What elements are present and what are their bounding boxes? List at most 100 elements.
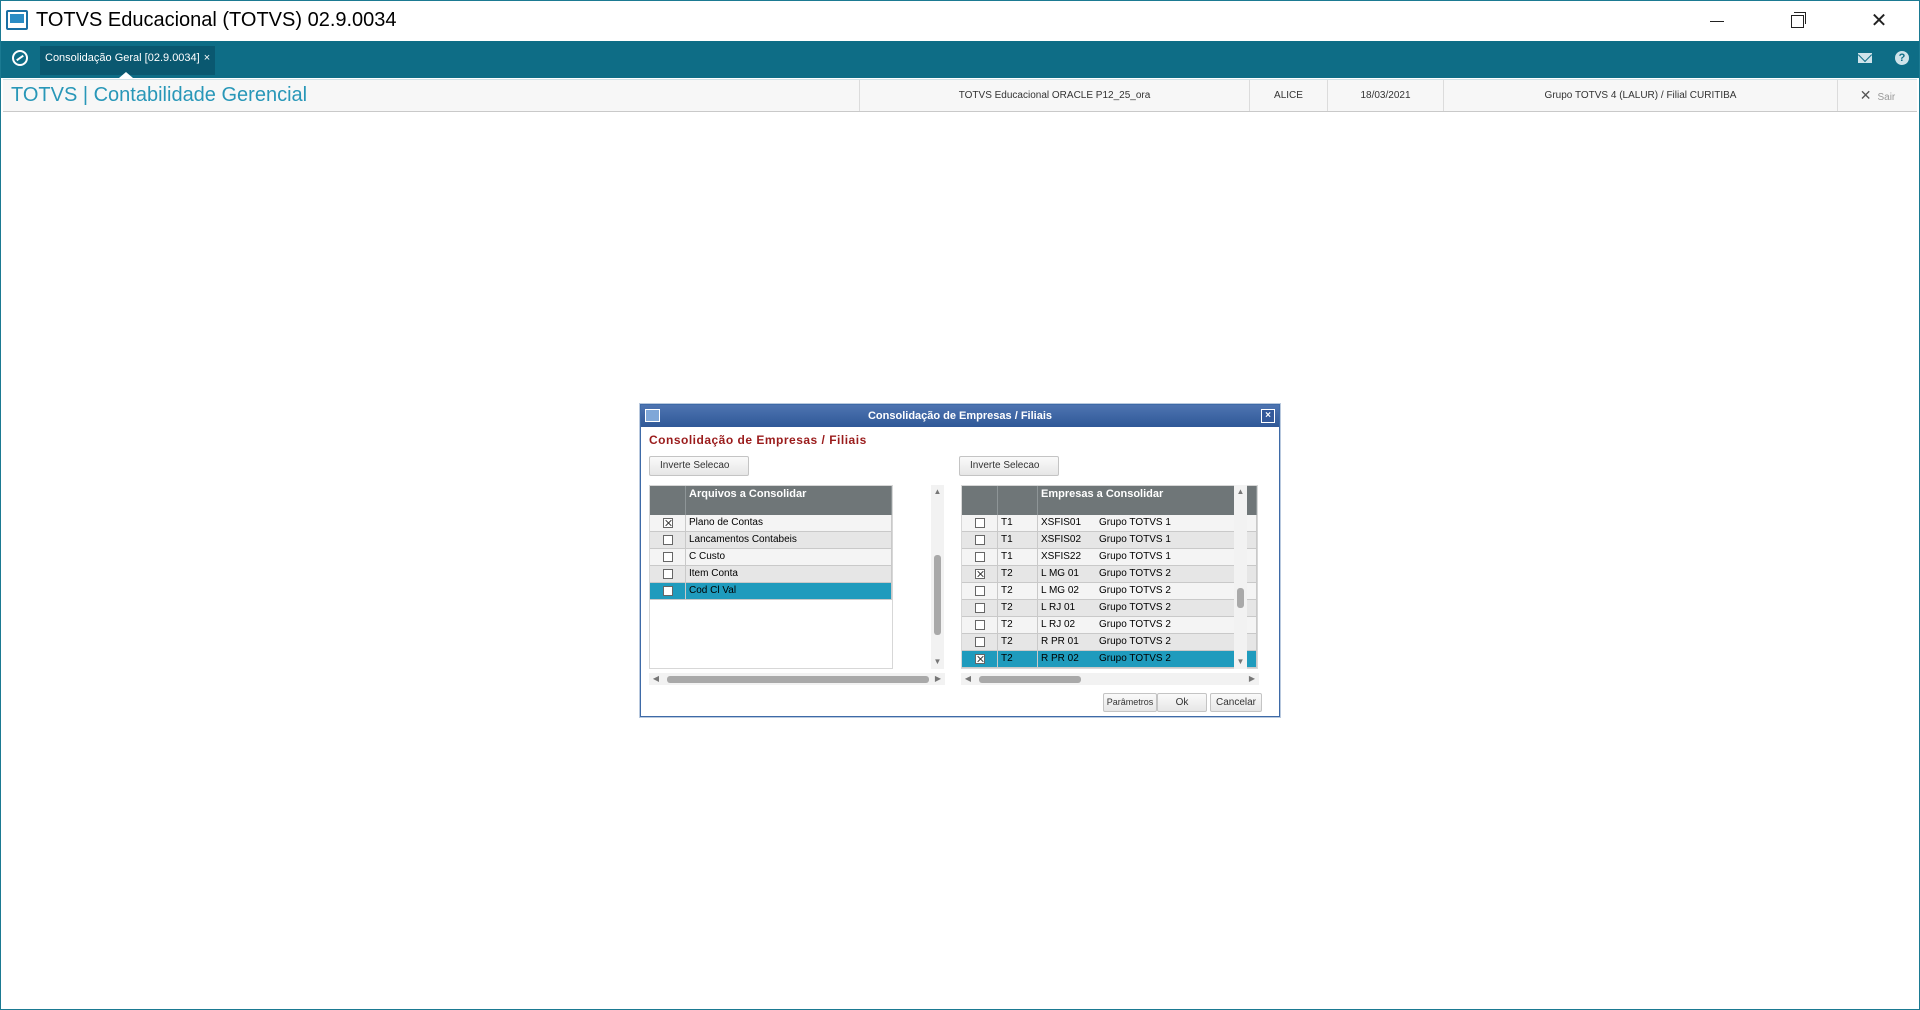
row-check-cell[interactable] [962,532,998,548]
close-icon: ✕ [1870,10,1888,32]
files-grid-header-label: Arquivos a Consolidar [686,486,892,515]
row-check-cell[interactable] [650,566,686,582]
table-row[interactable]: T1 XSFIS22 Grupo TOTVS 1 [962,549,1257,566]
company-code-cell: T2 [998,583,1038,599]
row-checkbox[interactable] [975,637,985,647]
company-code-cell: T2 [998,617,1038,633]
tab-consolidacao-geral[interactable]: Consolidação Geral [02.9.0034] × [40,46,216,75]
home-icon[interactable] [12,50,28,66]
company-branch-cell: XSFIS01 Grupo TOTVS 1 [1038,515,1257,531]
scroll-up-icon[interactable]: ▲ [931,487,944,497]
table-row[interactable]: T2 L RJ 01 Grupo TOTVS 2 [962,600,1257,617]
table-row[interactable]: T1 XSFIS02 Grupo TOTVS 1 [962,532,1257,549]
group-name: Grupo TOTVS 2 [1099,585,1171,596]
close-window-button[interactable]: ✕ [1839,1,1919,41]
branch-name: R PR 01 [1041,636,1079,647]
row-checkbox[interactable] [663,586,673,596]
consolidation-dialog: Consolidação de Empresas / Filiais × Con… [640,404,1280,717]
invert-selection-left-button[interactable]: Inverte Selecao [649,456,749,476]
table-row[interactable]: T2 L MG 02 Grupo TOTVS 2 [962,583,1257,600]
table-row[interactable]: Plano de Contas [650,515,892,532]
row-checkbox[interactable] [975,603,985,613]
company-code-cell: T1 [998,549,1038,565]
table-row[interactable]: Cod Cl Val [650,583,892,600]
scroll-down-icon[interactable]: ▼ [1234,657,1247,667]
row-check-cell[interactable] [962,583,998,599]
row-check-cell[interactable] [962,515,998,531]
row-checkbox[interactable] [663,518,673,528]
file-name-cell: Plano de Contas [686,515,892,531]
scroll-left-icon[interactable]: ◀ [963,673,973,685]
table-row[interactable]: T2 R PR 01 Grupo TOTVS 2 [962,634,1257,651]
exit-button[interactable]: ✕ Sair [1837,80,1917,111]
ok-button[interactable]: Ok [1157,693,1207,712]
mail-icon[interactable] [1858,53,1872,63]
parameters-button[interactable]: Parâmetros [1103,693,1157,712]
row-checkbox[interactable] [663,535,673,545]
files-grid-hscroll[interactable]: ◀ ▶ [649,673,945,685]
company-branch-cell: L MG 01 Grupo TOTVS 2 [1038,566,1257,582]
scroll-left-icon[interactable]: ◀ [651,673,661,685]
scroll-thumb[interactable] [934,555,941,635]
row-checkbox[interactable] [975,552,985,562]
group-name: Grupo TOTVS 2 [1099,602,1171,613]
header-code-column [998,486,1038,515]
scroll-thumb[interactable] [1237,588,1244,608]
companies-grid-hscroll[interactable]: ◀ ▶ [961,673,1259,685]
minimize-icon [1710,21,1724,23]
row-check-cell[interactable] [650,583,686,599]
row-checkbox[interactable] [975,620,985,630]
row-checkbox[interactable] [975,654,985,664]
branch-name: L MG 02 [1041,585,1079,596]
cancel-button[interactable]: Cancelar [1210,693,1262,712]
row-check-cell[interactable] [650,532,686,548]
row-check-cell[interactable] [962,549,998,565]
tab-close-icon[interactable]: × [204,52,210,64]
info-bar: TOTVS | Contabilidade Gerencial TOTVS Ed… [3,79,1917,112]
row-check-cell[interactable] [650,515,686,531]
scroll-up-icon[interactable]: ▲ [1234,487,1247,497]
companies-grid-vscroll[interactable]: ▲ ▼ [1234,485,1247,669]
help-icon[interactable]: ? [1895,51,1909,65]
dialog-close-button[interactable]: × [1261,409,1275,423]
table-row[interactable]: Lancamentos Contabeis [650,532,892,549]
scroll-down-icon[interactable]: ▼ [931,657,944,667]
row-check-cell[interactable] [962,651,998,667]
restore-button[interactable] [1757,1,1837,41]
row-checkbox[interactable] [663,569,673,579]
module-title: TOTVS | Contabilidade Gerencial [11,84,308,106]
scroll-thumb[interactable] [667,676,929,683]
table-row[interactable]: T2 L MG 01 Grupo TOTVS 2 [962,566,1257,583]
minimize-button[interactable] [1677,1,1757,41]
row-check-cell[interactable] [962,617,998,633]
company-code-cell: T2 [998,651,1038,667]
scroll-right-icon[interactable]: ▶ [1247,673,1257,685]
row-check-cell[interactable] [962,600,998,616]
files-grid-vscroll[interactable]: ▲ ▼ [931,485,944,669]
branch-name: XSFIS02 [1041,534,1082,545]
branch-name: L RJ 01 [1041,602,1076,613]
row-checkbox[interactable] [975,518,985,528]
group-name: Grupo TOTVS 1 [1099,534,1171,545]
row-checkbox[interactable] [975,586,985,596]
table-row[interactable]: T1 XSFIS01 Grupo TOTVS 1 [962,515,1257,532]
invert-selection-right-button[interactable]: Inverte Selecao [959,456,1059,476]
row-checkbox[interactable] [663,552,673,562]
environment-label: TOTVS Educacional ORACLE P12_25_ora [859,80,1249,111]
row-check-cell[interactable] [962,566,998,582]
table-row[interactable]: Item Conta [650,566,892,583]
tab-bar: Consolidação Geral [02.9.0034] × ? [1,41,1919,78]
app-window: TOTVS Educacional (TOTVS) 02.9.0034 ✕ Co… [0,0,1920,1010]
row-checkbox[interactable] [975,569,985,579]
dialog-title-bar: Consolidação de Empresas / Filiais × [641,405,1279,427]
scroll-thumb[interactable] [979,676,1081,683]
branch-name: R PR 02 [1041,653,1079,664]
scroll-right-icon[interactable]: ▶ [933,673,943,685]
table-row[interactable]: C Custo [650,549,892,566]
table-row[interactable]: T2 R PR 02 Grupo TOTVS 2 [962,651,1257,668]
row-check-cell[interactable] [650,549,686,565]
table-row[interactable]: T2 L RJ 02 Grupo TOTVS 2 [962,617,1257,634]
row-check-cell[interactable] [962,634,998,650]
companies-grid-header: Empresas a Consolidar [962,486,1257,515]
row-checkbox[interactable] [975,535,985,545]
